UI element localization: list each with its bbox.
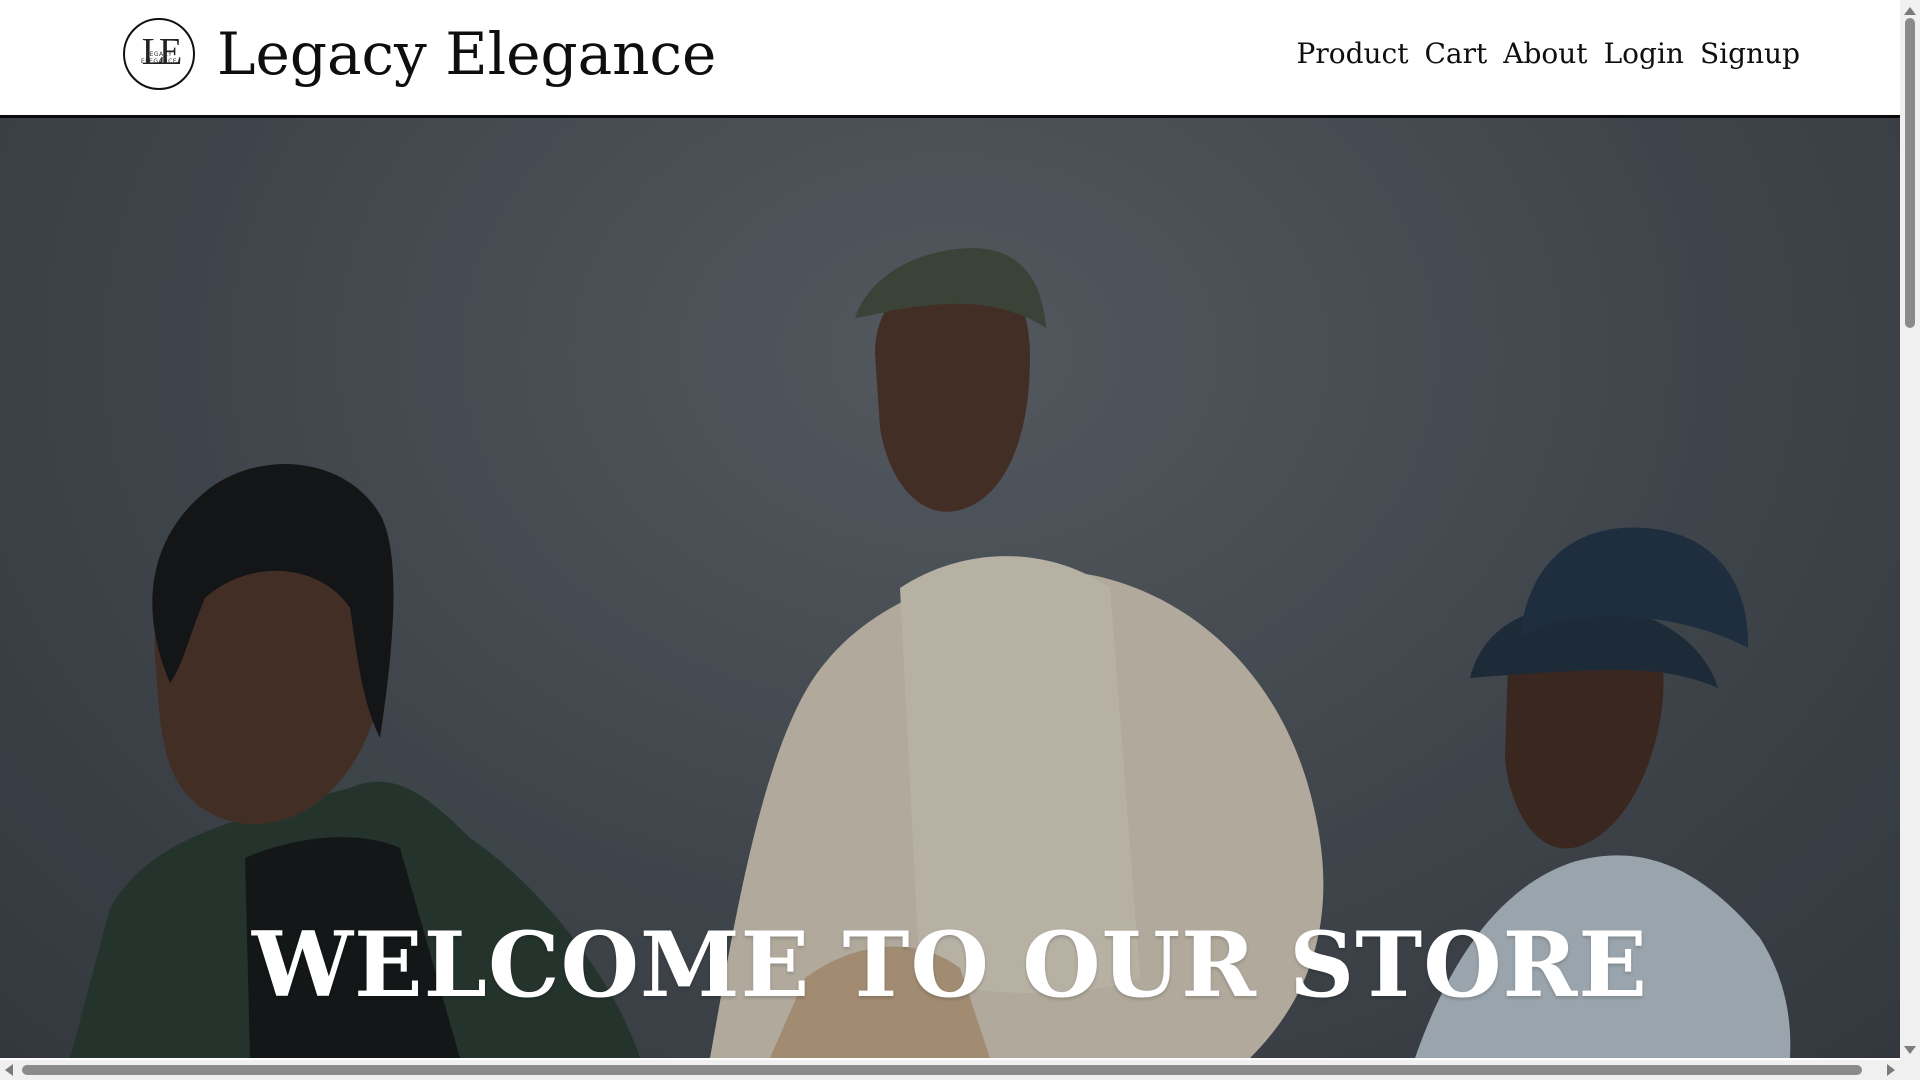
vertical-scrollbar[interactable] bbox=[1900, 0, 1920, 1060]
nav-product-link[interactable]: Product bbox=[1297, 40, 1409, 68]
nav-about-link[interactable]: About bbox=[1503, 40, 1587, 68]
scroll-up-arrow-icon[interactable] bbox=[1904, 7, 1916, 15]
horizontal-scrollbar-thumb[interactable] bbox=[22, 1065, 1862, 1075]
vertical-scrollbar-thumb[interactable] bbox=[1905, 18, 1915, 328]
browser-viewport: LE LEGACY ELEGANCE Legacy Elegance Produ… bbox=[0, 0, 1920, 1080]
nav-cart-link[interactable]: Cart bbox=[1425, 40, 1488, 68]
scroll-down-arrow-icon[interactable] bbox=[1904, 1046, 1916, 1054]
hero-title: WELCOME TO OUR STORE bbox=[251, 912, 1648, 1019]
nav-login-link[interactable]: Login bbox=[1604, 40, 1684, 68]
scroll-left-arrow-icon[interactable] bbox=[5, 1064, 13, 1076]
scroll-right-arrow-icon[interactable] bbox=[1887, 1064, 1895, 1076]
logo-ring-text: LEGACY ELEGANCE bbox=[140, 51, 178, 65]
nav-signup-link[interactable]: Signup bbox=[1700, 40, 1800, 68]
site-header: LE LEGACY ELEGANCE Legacy Elegance Produ… bbox=[0, 0, 1900, 118]
horizontal-scrollbar[interactable] bbox=[0, 1060, 1900, 1080]
hero-section: WELCOME TO OUR STORE bbox=[0, 118, 1900, 1058]
scrollbar-corner bbox=[1900, 1060, 1920, 1080]
brand-title: Legacy Elegance bbox=[217, 20, 717, 88]
primary-navigation: Product Cart About Login Signup bbox=[1297, 40, 1800, 68]
brand-home-link[interactable]: LE LEGACY ELEGANCE Legacy Elegance bbox=[123, 18, 716, 90]
legacy-elegance-logo: LE LEGACY ELEGANCE bbox=[123, 18, 195, 90]
